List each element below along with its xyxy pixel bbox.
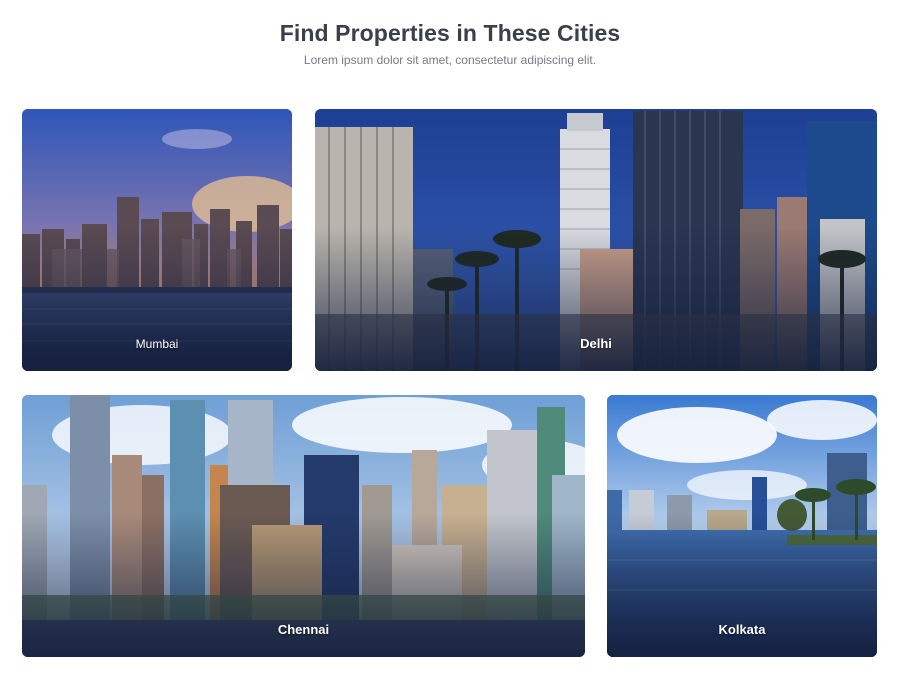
section-heading: Find Properties in These Cities Lorem ip… <box>0 20 900 67</box>
section-title: Find Properties in These Cities <box>279 20 621 46</box>
city-card-delhi[interactable]: Delhi <box>315 109 877 371</box>
city-card-chennai[interactable]: Chennai <box>22 395 585 657</box>
city-label: Mumbai <box>135 337 179 351</box>
city-label: Kolkata <box>718 622 766 637</box>
city-card-mumbai[interactable]: Mumbai <box>22 109 292 371</box>
section-subtitle: Lorem ipsum dolor sit amet, consectetur … <box>303 53 597 67</box>
city-card-kolkata[interactable]: Kolkata <box>607 395 877 657</box>
city-label: Chennai <box>277 622 330 637</box>
city-label: Delhi <box>580 336 612 351</box>
